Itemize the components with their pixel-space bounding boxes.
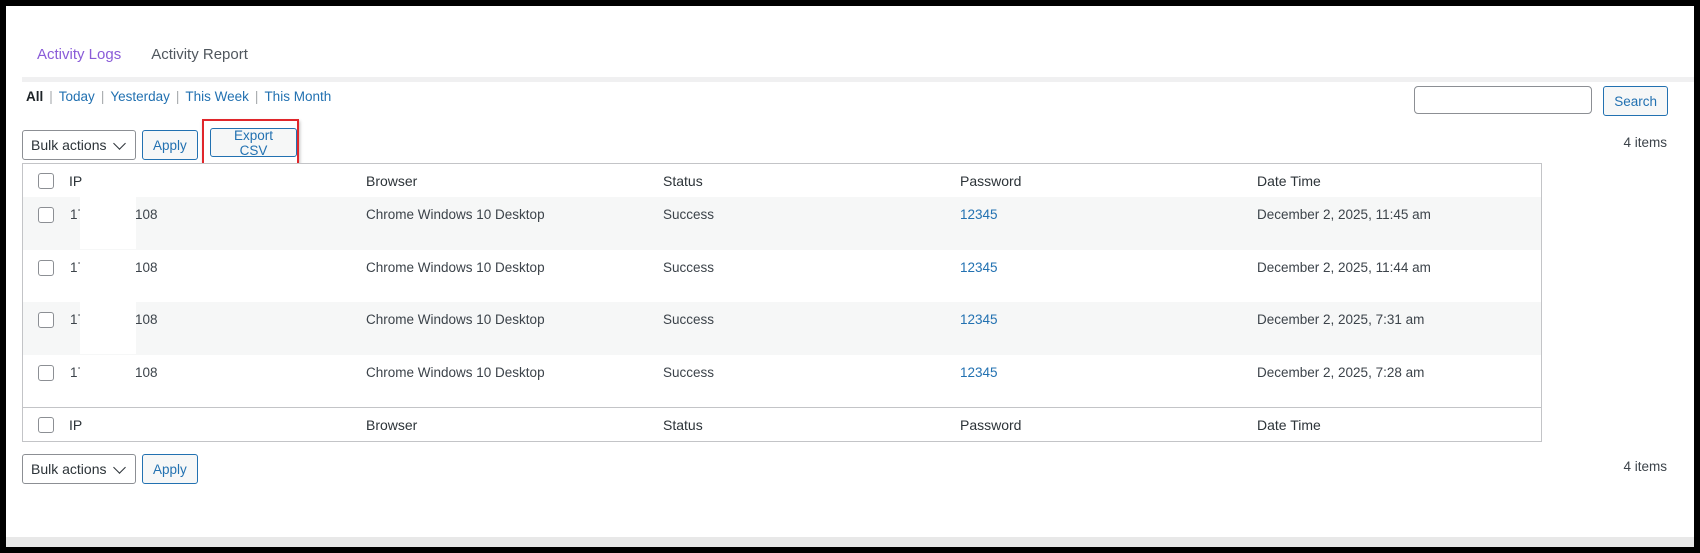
column-header-date-time: Date Time [1257, 172, 1321, 189]
export-csv-highlight: Export CSV [202, 119, 299, 165]
column-header-browser: Browser [366, 172, 418, 189]
table-row: 17 108 Chrome Windows 10 Desktop Success… [23, 197, 1541, 250]
bulk-actions-label: Bulk actions [31, 461, 107, 477]
password-cell: 12345 [960, 365, 1257, 380]
export-csv-button[interactable]: Export CSV [210, 128, 297, 158]
row-checkbox[interactable] [38, 312, 54, 328]
column-footer-status: Status [663, 416, 703, 433]
row-checkbox[interactable] [38, 259, 54, 276]
browser-cell: Chrome Windows 10 Desktop [366, 259, 545, 275]
status-cell: Success [663, 312, 715, 327]
items-count: 4 items [1623, 135, 1667, 150]
tab-activity-logs[interactable]: Activity Logs [22, 34, 137, 82]
column-header-ip: IP [69, 172, 83, 189]
ip-end: 108 [135, 207, 158, 222]
filter-separator: | [254, 89, 259, 104]
filter-separator: | [175, 89, 180, 104]
datetime-cell: December 2, 2025, 7:28 am [1257, 364, 1425, 380]
filter-separator: | [49, 89, 53, 104]
page-bottom-band [6, 537, 1694, 547]
row-checkbox[interactable] [38, 207, 54, 223]
password-link[interactable]: 12345 [960, 365, 998, 380]
password-link[interactable]: 12345 [960, 207, 998, 222]
bulk-actions-select-bottom[interactable]: Bulk actions [22, 454, 136, 484]
browser-cell: Chrome Windows 10 Desktop [366, 312, 545, 327]
ip-end: 108 [135, 312, 158, 327]
redaction-box [80, 197, 136, 249]
column-header-password: Password [960, 172, 1022, 189]
ip-end: 108 [135, 364, 158, 380]
activity-log-table: IP Browser Status Password Date Time 17 … [22, 163, 1542, 442]
bulk-actions-select[interactable]: Bulk actions [22, 130, 136, 160]
password-cell: 12345 [960, 260, 1257, 275]
browser-cell: Chrome Windows 10 Desktop [366, 364, 545, 380]
bulk-actions-label: Bulk actions [31, 137, 107, 153]
search-box: Search [1414, 86, 1668, 116]
search-button[interactable]: Search [1603, 86, 1668, 116]
column-footer-ip: IP [69, 416, 83, 433]
date-filter-links: All | Today | Yesterday | This Week | Th… [26, 89, 331, 104]
redaction-box [80, 302, 136, 354]
password-cell: 12345 [960, 207, 1257, 222]
browser-cell: Chrome Windows 10 Desktop [366, 207, 545, 222]
status-cell: Success [663, 259, 715, 275]
ip-end: 108 [135, 259, 158, 275]
table-row: 17 108 Chrome Windows 10 Desktop Success… [23, 249, 1541, 303]
datetime-cell: December 2, 2025, 11:44 am [1257, 259, 1431, 275]
bulk-actions-bottom: Bulk actions Apply [22, 454, 198, 484]
filter-this-month[interactable]: This Month [264, 89, 331, 104]
row-checkbox[interactable] [38, 364, 54, 381]
table-row: 17 108 Chrome Windows 10 Desktop Success… [23, 302, 1541, 355]
column-footer-browser: Browser [366, 416, 418, 433]
status-cell: Success [663, 207, 715, 222]
column-footer-password: Password [960, 416, 1022, 433]
search-input[interactable] [1414, 86, 1593, 114]
datetime-cell: December 2, 2025, 11:45 am [1257, 207, 1431, 222]
password-link[interactable]: 12345 [960, 260, 998, 275]
tab-divider [22, 77, 1694, 82]
redaction-box [80, 354, 136, 407]
filter-today[interactable]: Today [59, 89, 95, 104]
filter-all[interactable]: All [26, 89, 43, 104]
column-footer-date-time: Date Time [1257, 416, 1321, 433]
apply-button[interactable]: Apply [142, 130, 198, 160]
column-header-status: Status [663, 172, 703, 189]
table-row: 17 108 Chrome Windows 10 Desktop Success… [23, 354, 1541, 408]
table-footer: IP Browser Status Password Date Time [23, 407, 1541, 441]
chevron-down-icon [113, 136, 126, 150]
tab-activity-report[interactable]: Activity Report [136, 34, 263, 82]
apply-button-bottom[interactable]: Apply [142, 454, 198, 484]
table-header: IP Browser Status Password Date Time [23, 164, 1541, 198]
chevron-down-icon [113, 460, 126, 474]
datetime-cell: December 2, 2025, 7:31 am [1257, 312, 1425, 327]
select-all-checkbox[interactable] [38, 172, 54, 189]
password-link[interactable]: 12345 [960, 312, 998, 327]
select-all-checkbox-footer[interactable] [38, 416, 54, 433]
tab-bar: Activity Logs Activity Report [22, 34, 263, 82]
items-count-bottom: 4 items [1623, 459, 1667, 474]
status-cell: Success [663, 364, 715, 380]
filter-yesterday[interactable]: Yesterday [110, 89, 170, 104]
redaction-box [80, 249, 136, 302]
filter-this-week[interactable]: This Week [185, 89, 249, 104]
bulk-actions-top: Bulk actions Apply [22, 130, 198, 160]
password-cell: 12345 [960, 312, 1257, 327]
filter-separator: | [100, 89, 105, 104]
page-frame: Activity Logs Activity Report All | Toda… [6, 6, 1694, 547]
